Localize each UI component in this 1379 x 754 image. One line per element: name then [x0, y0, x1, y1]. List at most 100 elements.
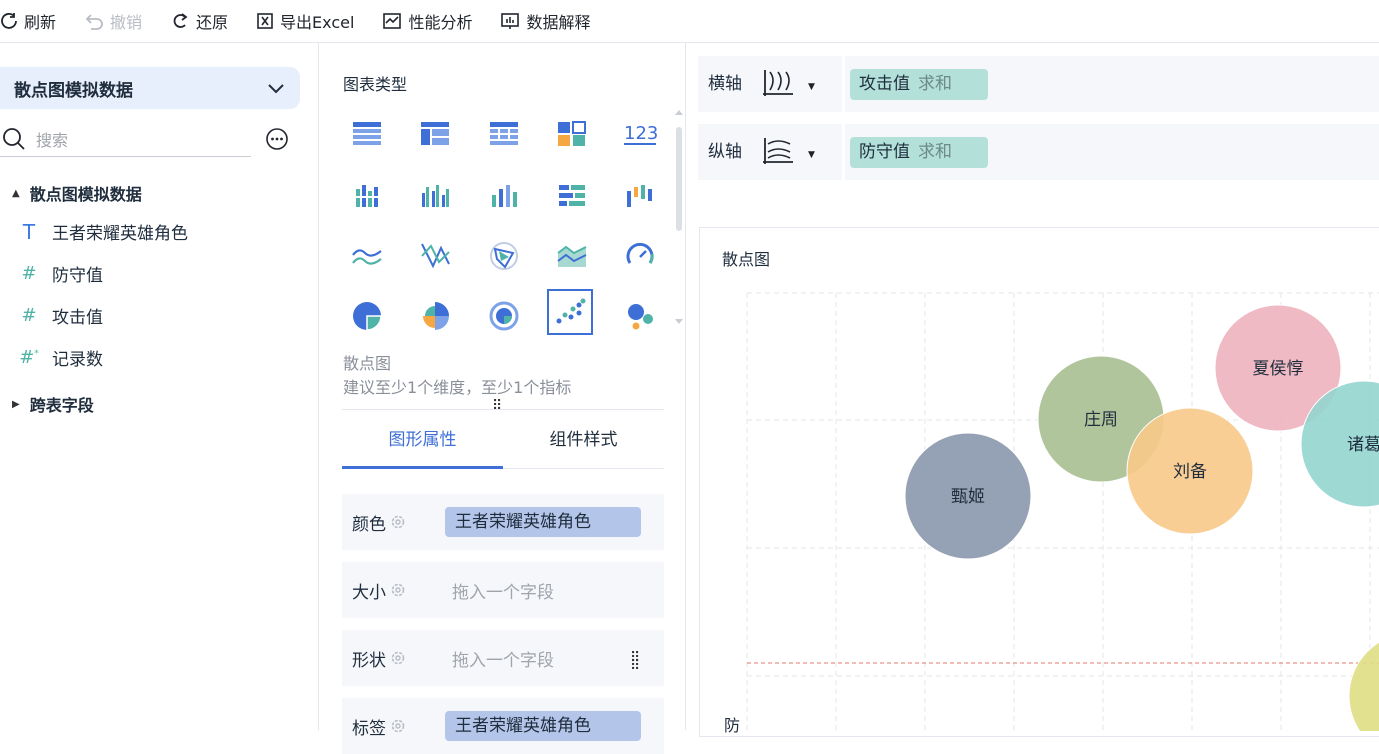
waterfall-chart-icon[interactable]	[617, 173, 663, 219]
scatter-chart-icon[interactable]	[547, 289, 593, 335]
tree-group-label: 散点图模拟数据	[29, 185, 142, 204]
restore-button[interactable]: 还原	[170, 6, 228, 36]
y-field-pill[interactable]: 防守值 求和	[850, 137, 988, 168]
parallel-line-chart-icon[interactable]	[412, 233, 458, 279]
size-drop-zone[interactable]: 拖入一个字段	[452, 578, 554, 603]
field-defense[interactable]: # 防守值	[18, 261, 103, 286]
data-explain-button[interactable]: 数据解释	[500, 6, 590, 36]
number-type-icon: #	[21, 305, 37, 326]
prop-label: 大小	[352, 582, 386, 603]
resize-grip-vertical[interactable]: ⠿ ⠿	[630, 651, 640, 673]
bar-chart-icon[interactable]	[481, 173, 527, 219]
refresh-label: 刷新	[24, 13, 57, 32]
x-axis-label: 横轴	[708, 74, 742, 94]
calculated-number-icon: #*	[19, 347, 39, 368]
scroll-up-icon	[675, 110, 683, 115]
field-label: 记录数	[52, 350, 103, 370]
resize-grip-horizontal[interactable]: ⠿	[492, 398, 503, 414]
triangle-right-icon: ▶	[12, 398, 20, 410]
chart-type-scrollbar[interactable]	[675, 107, 683, 333]
color-field-pill[interactable]: 王者荣耀英雄角色	[445, 507, 641, 537]
svg-text:123: 123	[624, 123, 657, 144]
point-label: 庄周	[1084, 410, 1118, 430]
gauge-chart-icon[interactable]	[617, 233, 663, 279]
field-attack[interactable]: # 攻击值	[18, 303, 103, 328]
scrollbar-thumb[interactable]	[676, 127, 682, 231]
field-hero-role[interactable]: T 王者荣耀英雄角色	[18, 219, 188, 245]
refresh-icon	[1, 13, 17, 29]
tab-component-style[interactable]: 组件样式	[503, 421, 664, 469]
x-axis-type-icon[interactable]	[762, 68, 794, 98]
multi-bar-chart-icon[interactable]	[412, 173, 458, 219]
separator	[842, 56, 845, 112]
dataset-select[interactable]: 散点图模拟数据	[0, 67, 300, 109]
gear-icon[interactable]	[390, 650, 406, 666]
stacked-bar-chart-icon[interactable]	[549, 173, 595, 219]
table-chart-icon[interactable]	[344, 111, 390, 157]
tree-group-dataset[interactable]: ▲ 散点图模拟数据	[12, 181, 142, 205]
y-field-aggregation: 求和	[918, 142, 952, 162]
x-field-aggregation: 求和	[918, 74, 952, 94]
excel-icon	[257, 13, 273, 29]
gear-icon[interactable]	[390, 582, 406, 598]
kpi-card-icon[interactable]	[549, 111, 595, 157]
y-axis-type-icon[interactable]	[762, 136, 794, 166]
line-chart-icon[interactable]	[344, 233, 390, 279]
caret-down-icon[interactable]: ▼	[808, 82, 815, 92]
selected-chart-type-name: 散点图	[343, 354, 392, 373]
undo-button[interactable]: 撤销	[84, 6, 142, 36]
export-excel-button[interactable]: 导出Excel	[256, 6, 354, 36]
area-chart-icon[interactable]	[549, 233, 595, 279]
x-axis-row: 横轴 ▼ 攻击值 求和	[698, 56, 1379, 112]
tree-group-cross-table[interactable]: ▶ 跨表字段	[12, 392, 94, 416]
chart-type-title: 图表类型	[343, 75, 408, 94]
x-field-name: 攻击值	[859, 74, 910, 94]
perf-label: 性能分析	[408, 13, 473, 32]
refresh-button[interactable]: 刷新	[0, 6, 56, 36]
point-label: 刘备	[1173, 462, 1207, 482]
gear-icon[interactable]	[390, 514, 406, 530]
number-type-icon: #	[21, 263, 37, 284]
scroll-down-icon	[675, 319, 683, 324]
search-placeholder: 搜索	[36, 130, 69, 150]
more-options-icon[interactable]	[265, 127, 289, 151]
grouped-bar-chart-icon[interactable]	[344, 173, 390, 219]
point-label: 夏侯惇	[1253, 359, 1304, 379]
prop-shape: 形状 拖入一个字段	[342, 630, 664, 686]
shape-drop-zone[interactable]: 拖入一个字段	[452, 646, 554, 671]
label-field-pill[interactable]: 王者荣耀英雄角色	[445, 711, 641, 741]
prop-label: 颜色	[352, 514, 386, 535]
gear-icon[interactable]	[390, 718, 406, 734]
data-panel: 散点图模拟数据 搜索 ▲ 散点图模拟数据 T 王者荣耀英雄角色 # 防守值 # …	[0, 43, 319, 730]
detail-table-icon[interactable]	[481, 111, 527, 157]
dataset-label: 散点图模拟数据	[14, 80, 133, 101]
y-axis-label: 纵轴	[708, 142, 742, 162]
performance-icon	[383, 13, 402, 29]
radar-chart-icon[interactable]	[481, 233, 527, 279]
cross-table-icon[interactable]	[412, 111, 458, 157]
y-field-name: 防守值	[859, 142, 910, 162]
search-input[interactable]: 搜索	[0, 121, 251, 157]
rose-chart-icon[interactable]	[412, 293, 458, 339]
undo-icon	[85, 14, 103, 30]
separator	[842, 124, 845, 180]
scatter-point[interactable]	[1348, 633, 1379, 731]
number-card-icon[interactable]: 123	[617, 111, 663, 157]
bubble-chart-icon[interactable]	[617, 293, 663, 339]
pie-chart-icon[interactable]	[344, 293, 390, 339]
y-axis-title: 防	[724, 716, 741, 735]
caret-down-icon[interactable]: ▼	[808, 150, 815, 160]
property-tabs: 图形属性 组件样式	[342, 421, 664, 469]
performance-analysis-button[interactable]: 性能分析	[382, 6, 472, 36]
data-explain-icon	[501, 13, 520, 29]
scatter-chart: 甄姬 庄周刘备 夏侯惇诸葛	[746, 292, 1379, 731]
restore-label: 还原	[196, 13, 229, 32]
x-field-pill[interactable]: 攻击值 求和	[850, 69, 988, 100]
text-type-icon: T	[22, 219, 36, 244]
ring-chart-icon[interactable]	[481, 293, 527, 339]
chevron-down-icon	[268, 84, 284, 94]
triangle-down-icon: ▲	[12, 187, 20, 199]
divider	[342, 409, 664, 410]
tab-shape-properties[interactable]: 图形属性	[342, 421, 503, 469]
field-record-count[interactable]: #* 记录数	[18, 345, 103, 370]
